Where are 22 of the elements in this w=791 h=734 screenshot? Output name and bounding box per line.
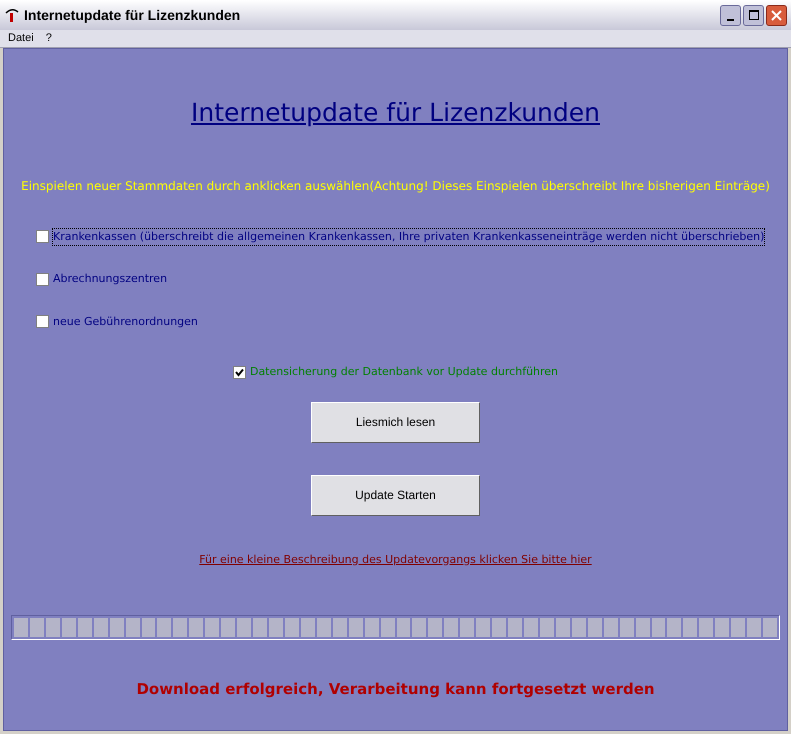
option-label[interactable]: neue Gebührenordnungen (53, 314, 198, 330)
status-message: Download erfolgreich, Verarbeitung kann fortgesetzt werden (136, 679, 655, 700)
action-button[interactable]: Update Starten (311, 474, 480, 516)
checkbox[interactable] (36, 315, 49, 328)
app-icon (4, 7, 20, 23)
checkbox[interactable] (36, 230, 49, 244)
menu-item[interactable]: ? (46, 30, 52, 47)
close-button[interactable] (766, 4, 787, 26)
window-title: Internetupdate für Lizenzkunden (24, 6, 240, 25)
option-label[interactable]: Krankenkassen (überschreibt die allgemeinen Krankenkassen, Ihre privaten Krankenkasseneinträge werden nicht überschrieben) (53, 228, 764, 245)
help-link[interactable]: Für eine kleine Beschreibung des Updatevorgangs klicken Sie bitte hier (199, 552, 592, 568)
minimize-button[interactable] (720, 4, 741, 26)
option-label[interactable]: Abrechnungszentren (53, 271, 168, 288)
maximize-button[interactable] (743, 4, 764, 26)
close-icon (771, 10, 782, 20)
page-heading: Internetupdate für Lizenzkunden (190, 97, 600, 129)
checkbox[interactable] (36, 272, 49, 286)
checkmark-icon (234, 368, 244, 377)
checkbox[interactable] (232, 366, 246, 379)
menu-item[interactable]: Datei (8, 30, 34, 47)
instruction-text: Einspielen neuer Stammdaten durch anklicken auswählen(Achtung! Dieses Einspielen überschreibt Ihre bisherigen Einträge) (21, 178, 770, 194)
action-button[interactable]: Liesmich lesen (311, 402, 480, 442)
